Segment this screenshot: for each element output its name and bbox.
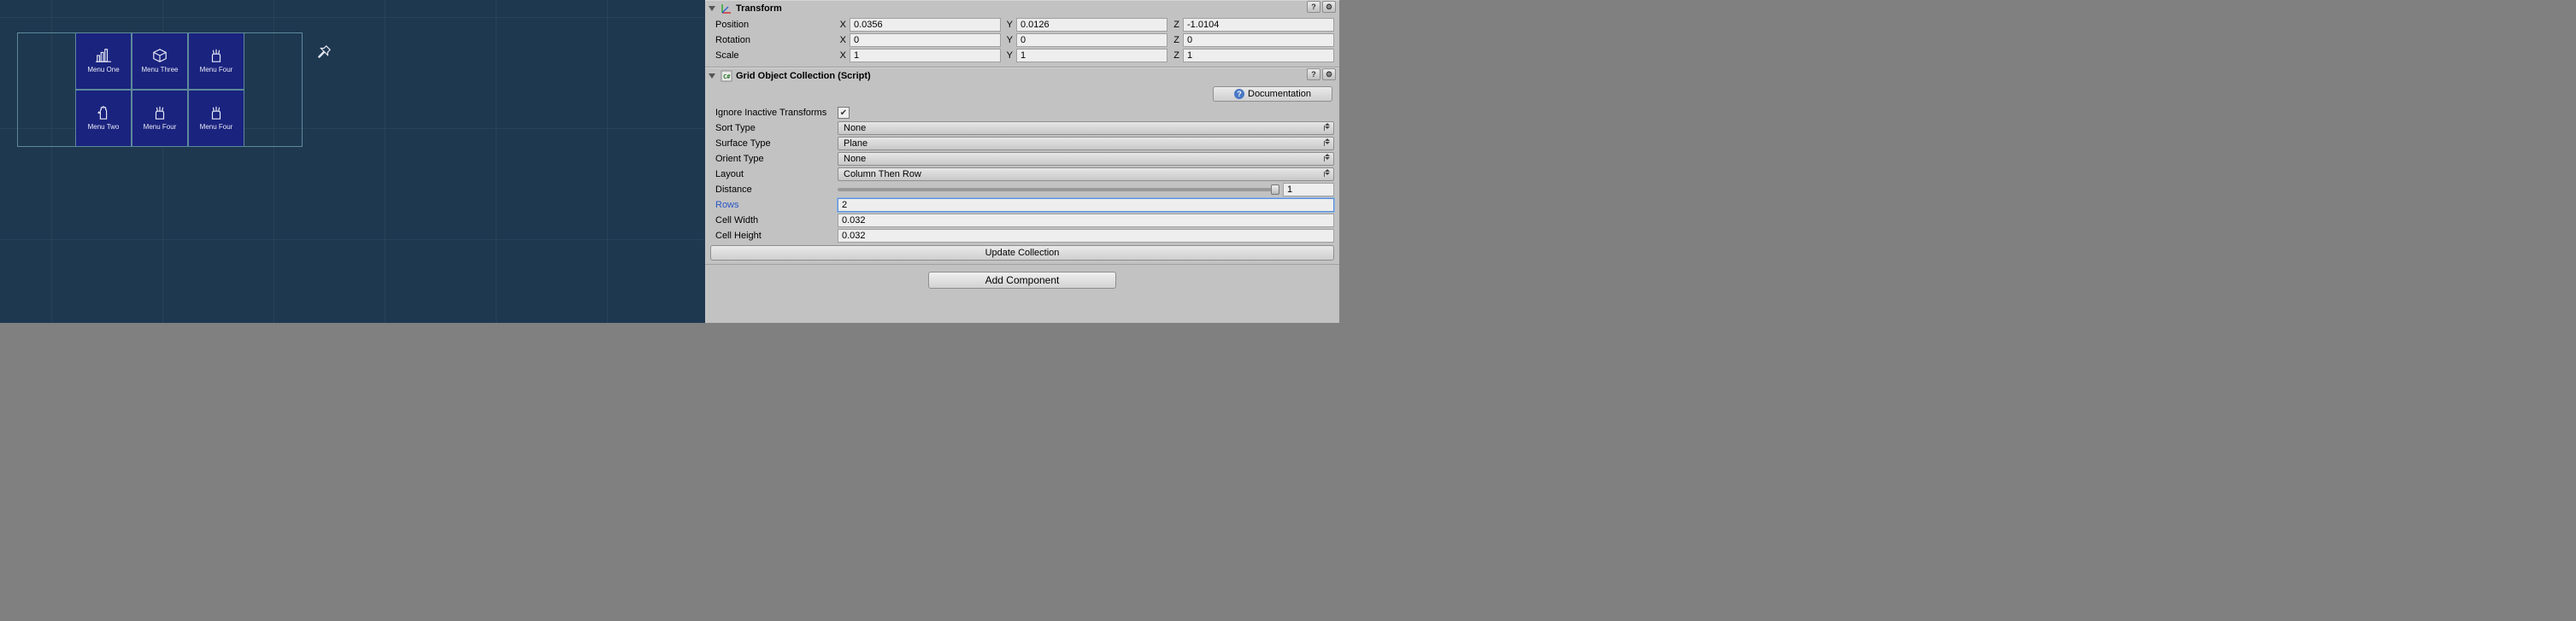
menu-tile-four-a[interactable]: Menu Four	[188, 32, 244, 90]
foldout-icon[interactable]	[709, 73, 715, 79]
add-component-area: Add Component	[705, 265, 1339, 296]
position-y-field[interactable]: 0.0126	[1016, 18, 1167, 32]
component-title: Transform	[736, 3, 1336, 14]
bar-chart-icon	[96, 49, 111, 62]
rotation-row: Rotation X 0 Y 0 Z 0	[710, 32, 1334, 48]
sort-type-label: Sort Type	[710, 123, 834, 133]
layout-row: Layout Column Then Row	[710, 167, 1334, 182]
menu-tile-four-c[interactable]: Menu Four	[188, 90, 244, 147]
z-label: Z	[1171, 20, 1179, 30]
cell-width-field[interactable]: 0.032	[838, 214, 1334, 227]
rows-row: Rows 2	[710, 197, 1334, 213]
hand-icon	[96, 106, 111, 120]
rotation-x-field[interactable]: 0	[850, 33, 1001, 47]
dropdown-value: Column Then Row	[844, 169, 921, 179]
scale-y-field[interactable]: 1	[1016, 49, 1167, 62]
scale-row: Scale X 1 Y 1 Z 1	[710, 48, 1334, 63]
sort-type-dropdown[interactable]: None	[838, 121, 1334, 135]
distance-value-field[interactable]: 1	[1283, 183, 1334, 196]
component-menu-button[interactable]: ⚙	[1322, 68, 1336, 80]
surface-type-dropdown[interactable]: Plane	[838, 137, 1334, 150]
add-component-button[interactable]: Add Component	[928, 272, 1116, 289]
component-help-button[interactable]: ?	[1307, 1, 1320, 13]
position-label: Position	[710, 20, 834, 30]
surface-type-row: Surface Type Plane	[710, 136, 1334, 151]
sort-type-row: Sort Type None	[710, 120, 1334, 136]
transform-icon	[720, 3, 732, 15]
component-title: Grid Object Collection (Script)	[736, 71, 1336, 81]
distance-slider[interactable]	[838, 188, 1279, 191]
rotation-z-field[interactable]: 0	[1183, 33, 1334, 47]
rows-label: Rows	[710, 200, 834, 210]
dropdown-value: None	[844, 154, 866, 164]
rows-field[interactable]: 2	[838, 198, 1334, 212]
grid-collection-header[interactable]: C# Grid Object Collection (Script) ? ⚙	[705, 67, 1339, 83]
script-icon: C#	[720, 70, 732, 82]
position-row: Position X 0.0356 Y 0.0126 Z -1.0104	[710, 17, 1334, 32]
pin-icon[interactable]	[316, 44, 332, 60]
update-collection-button[interactable]: Update Collection	[710, 245, 1334, 261]
dropdown-value: None	[844, 123, 866, 133]
position-x-field[interactable]: 0.0356	[850, 18, 1001, 32]
component-help-button[interactable]: ?	[1307, 68, 1320, 80]
svg-text:C#: C#	[723, 73, 731, 80]
y-label: Y	[1004, 20, 1013, 30]
scale-x-field[interactable]: 1	[850, 49, 1001, 62]
dropdown-value: Plane	[844, 138, 867, 149]
orient-type-dropdown[interactable]: None	[838, 152, 1334, 166]
transform-header[interactable]: Transform ? ⚙	[705, 0, 1339, 15]
cell-width-label: Cell Width	[710, 215, 834, 226]
documentation-label: Documentation	[1248, 89, 1311, 99]
menu-tile-label: Menu One	[87, 66, 119, 73]
rotation-y-field[interactable]: 0	[1016, 33, 1167, 47]
menu-tile-label: Menu Four	[200, 123, 233, 131]
position-z-field[interactable]: -1.0104	[1183, 18, 1334, 32]
menu-tile-one[interactable]: Menu One	[75, 32, 132, 90]
distance-row: Distance 1	[710, 182, 1334, 197]
grid-collection-component: C# Grid Object Collection (Script) ? ⚙ ?…	[705, 67, 1339, 265]
hand-rays-icon	[209, 49, 224, 62]
scale-label: Scale	[710, 50, 834, 61]
ignore-inactive-checkbox[interactable]: ✔	[838, 107, 850, 119]
orient-type-row: Orient Type None	[710, 151, 1334, 167]
menu-tile-label: Menu Four	[144, 123, 177, 131]
transform-component: Transform ? ⚙ Position X 0.0356 Y 0.0126…	[705, 0, 1339, 67]
foldout-icon[interactable]	[709, 6, 715, 11]
cell-width-row: Cell Width 0.032	[710, 213, 1334, 228]
scene-view[interactable]: Menu One Menu Three Menu Four Menu Two M…	[0, 0, 705, 323]
menu-tile-label: Menu Three	[142, 66, 179, 73]
menu-tile-label: Menu Four	[200, 66, 233, 73]
hand-rays-icon	[152, 106, 168, 120]
help-circle-icon: ?	[1234, 89, 1244, 99]
ignore-inactive-row: Ignore Inactive Transforms ✔	[710, 105, 1334, 120]
cell-height-row: Cell Height 0.032	[710, 228, 1334, 243]
component-menu-button[interactable]: ⚙	[1322, 1, 1336, 13]
layout-label: Layout	[710, 169, 834, 179]
menu-tile-two[interactable]: Menu Two	[75, 90, 132, 147]
documentation-button[interactable]: ? Documentation	[1213, 86, 1332, 102]
cube-icon	[152, 49, 168, 62]
cell-height-field[interactable]: 0.032	[838, 229, 1334, 243]
orient-type-label: Orient Type	[710, 154, 834, 164]
scale-z-field[interactable]: 1	[1183, 49, 1334, 62]
menu-grid: Menu One Menu Three Menu Four Menu Two M…	[75, 32, 244, 147]
layout-dropdown[interactable]: Column Then Row	[838, 167, 1334, 181]
surface-type-label: Surface Type	[710, 138, 834, 149]
menu-tile-label: Menu Two	[88, 123, 120, 131]
inspector-panel: Transform ? ⚙ Position X 0.0356 Y 0.0126…	[705, 0, 1339, 323]
x-label: X	[838, 20, 846, 30]
menu-tile-four-b[interactable]: Menu Four	[132, 90, 188, 147]
ignore-inactive-label: Ignore Inactive Transforms	[710, 108, 834, 118]
menu-tile-three[interactable]: Menu Three	[132, 32, 188, 90]
distance-label: Distance	[710, 185, 834, 195]
cell-height-label: Cell Height	[710, 231, 834, 241]
slider-thumb[interactable]	[1271, 185, 1279, 195]
hand-rays-icon	[209, 106, 224, 120]
rotation-label: Rotation	[710, 35, 834, 45]
